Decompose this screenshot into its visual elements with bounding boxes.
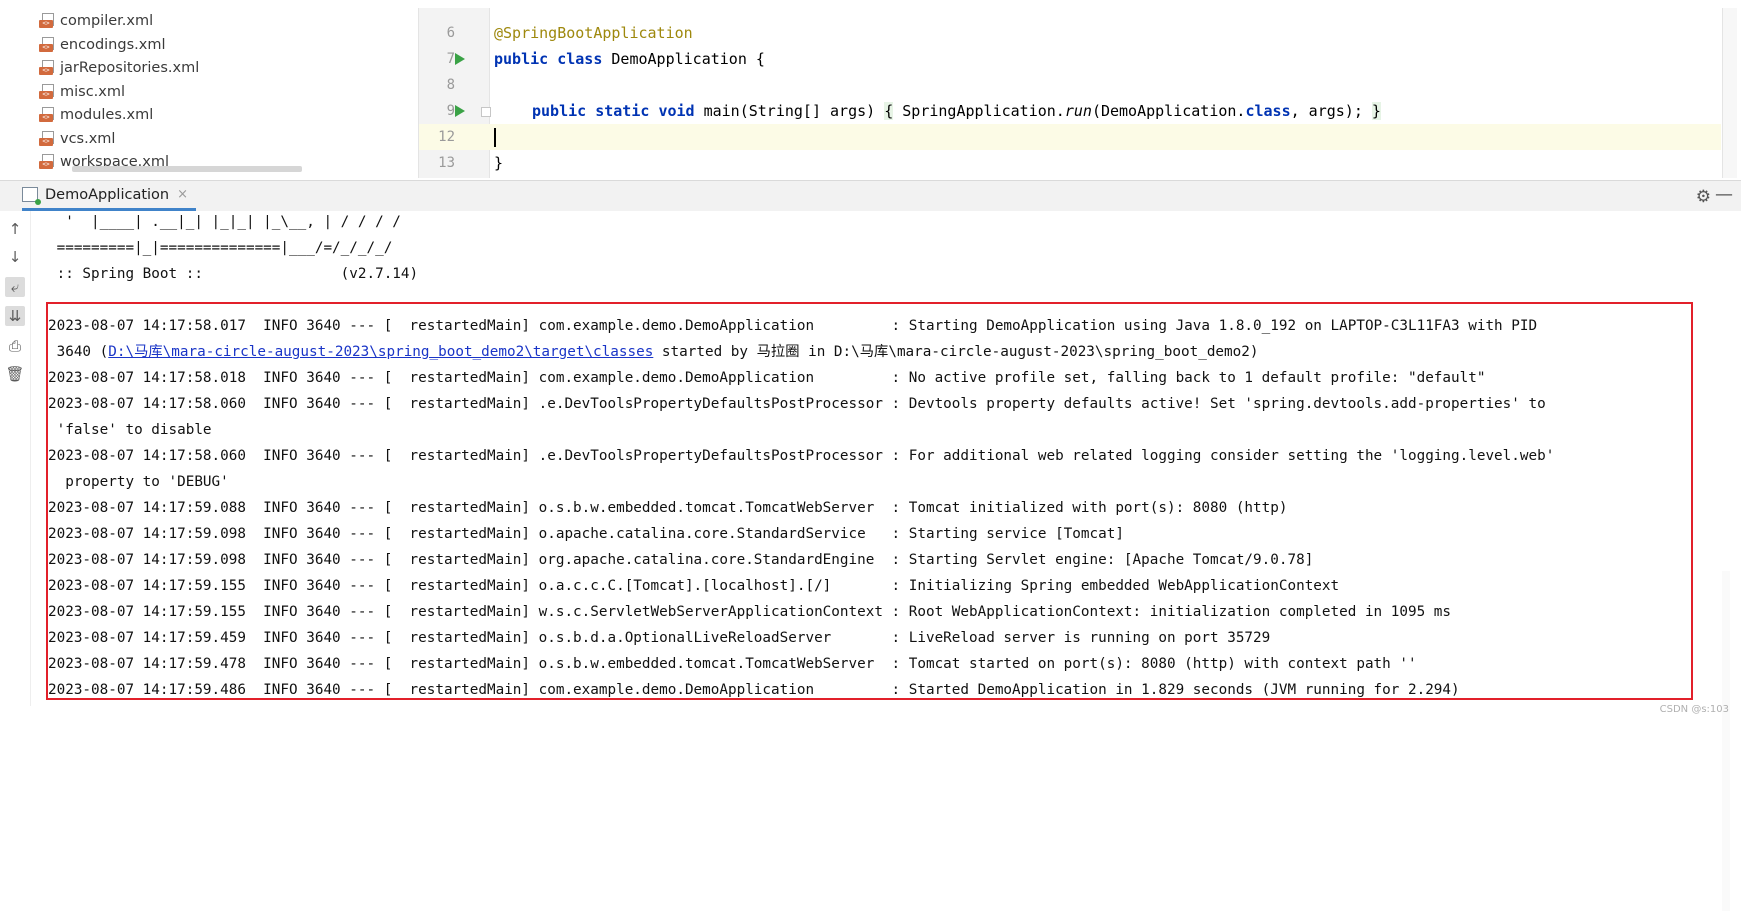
xml-file-icon: <> — [39, 60, 55, 76]
highlight-box — [46, 302, 1693, 700]
tree-item-label: vcs.xml — [60, 131, 116, 147]
minimize-icon[interactable]: — — [1715, 184, 1733, 205]
top-area: <> compiler.xml <> encodings.xml <> jarR… — [0, 0, 1741, 180]
tree-item-label: compiler.xml — [60, 13, 154, 29]
tree-horizontal-scrollbar[interactable] — [72, 166, 302, 172]
code-line-8: 8 — [419, 72, 1721, 98]
tree-item-modules-xml[interactable]: <> modules.xml — [39, 104, 153, 126]
tree-item-jarrepositories-xml[interactable]: <> jarRepositories.xml — [39, 57, 199, 79]
gear-icon[interactable]: ⚙ — [1696, 187, 1711, 207]
editor-scrollbar[interactable] — [1722, 8, 1737, 178]
tree-item-vcs-xml[interactable]: <> vcs.xml — [39, 128, 115, 150]
tree-item-label: jarRepositories.xml — [60, 60, 200, 76]
tree-item-label: encodings.xml — [60, 37, 166, 53]
line-number: 6 — [446, 25, 455, 41]
code-editor[interactable]: 6 @SpringBootApplication 7 public class … — [418, 8, 1721, 178]
xml-file-icon: <> — [39, 13, 55, 29]
line-number: 12 — [438, 129, 455, 145]
watermark: CSDN @s:103 — [1659, 704, 1729, 715]
banner-line: ' |____| .__|_| |_|_| |_\__, | / / / / — [48, 214, 401, 230]
trash-icon[interactable]: 🗑 — [5, 364, 25, 384]
code-line-6: 6 @SpringBootApplication — [419, 20, 1721, 46]
annotation-text: @SpringBootApplication — [494, 24, 693, 42]
close-icon[interactable]: × — [177, 187, 188, 202]
code-line-12: 12 — [419, 124, 1721, 150]
xml-file-icon: <> — [39, 154, 55, 170]
code-text: } — [494, 154, 504, 172]
code-line-9: 9 public static void main(String[] args)… — [419, 98, 1721, 124]
project-tree: <> compiler.xml <> encodings.xml <> jarR… — [0, 0, 418, 180]
tab-label: DemoApplication — [45, 186, 170, 203]
run-gutter-icon[interactable] — [455, 105, 465, 117]
console-scrollbar[interactable] — [1722, 571, 1730, 911]
text-caret — [494, 124, 496, 150]
tab-demo-application[interactable]: DemoApplication × — [22, 181, 197, 211]
run-gutter-icon[interactable] — [455, 53, 465, 65]
tree-item-encodings-xml[interactable]: <> encodings.xml — [39, 34, 165, 56]
xml-file-icon: <> — [39, 84, 55, 100]
line-number: 7 — [446, 51, 455, 67]
xml-file-icon: <> — [39, 131, 55, 147]
tree-item-misc-xml[interactable]: <> misc.xml — [39, 81, 125, 103]
soft-wrap-icon[interactable]: ⤶ — [5, 277, 25, 297]
arrow-up-icon[interactable]: ↑ — [5, 219, 25, 239]
banner-line: :: Spring Boot :: (v2.7.14) — [48, 266, 419, 282]
scroll-to-end-icon[interactable]: ⇊ — [5, 306, 25, 326]
line-number: 13 — [438, 155, 455, 171]
tree-item-label: modules.xml — [60, 107, 154, 123]
run-tool-window-header: DemoApplication × ⚙ — — [0, 180, 1741, 212]
code-line-13: 13 } — [419, 150, 1721, 176]
code-text: public static void main(String[] args) {… — [532, 102, 1381, 120]
xml-file-icon: <> — [39, 107, 55, 123]
code-text: public class DemoApplication { — [494, 50, 765, 68]
fold-icon[interactable] — [481, 107, 491, 117]
print-icon[interactable]: ⎙ — [5, 336, 25, 356]
tree-item-compiler-xml[interactable]: <> compiler.xml — [39, 10, 153, 32]
tree-item-label: misc.xml — [60, 84, 126, 100]
run-config-icon — [22, 187, 41, 205]
code-line-7: 7 public class DemoApplication { — [419, 46, 1721, 72]
xml-file-icon: <> — [39, 37, 55, 53]
arrow-down-icon[interactable]: ↓ — [5, 247, 25, 267]
banner-line: =========|_|==============|___/=/_/_/_/ — [48, 240, 393, 256]
line-number: 9 — [446, 103, 455, 119]
line-number: 8 — [446, 77, 455, 93]
console-toolbar: ↑ ↓ ⤶ ⇊ ⎙ 🗑 — [0, 211, 31, 706]
